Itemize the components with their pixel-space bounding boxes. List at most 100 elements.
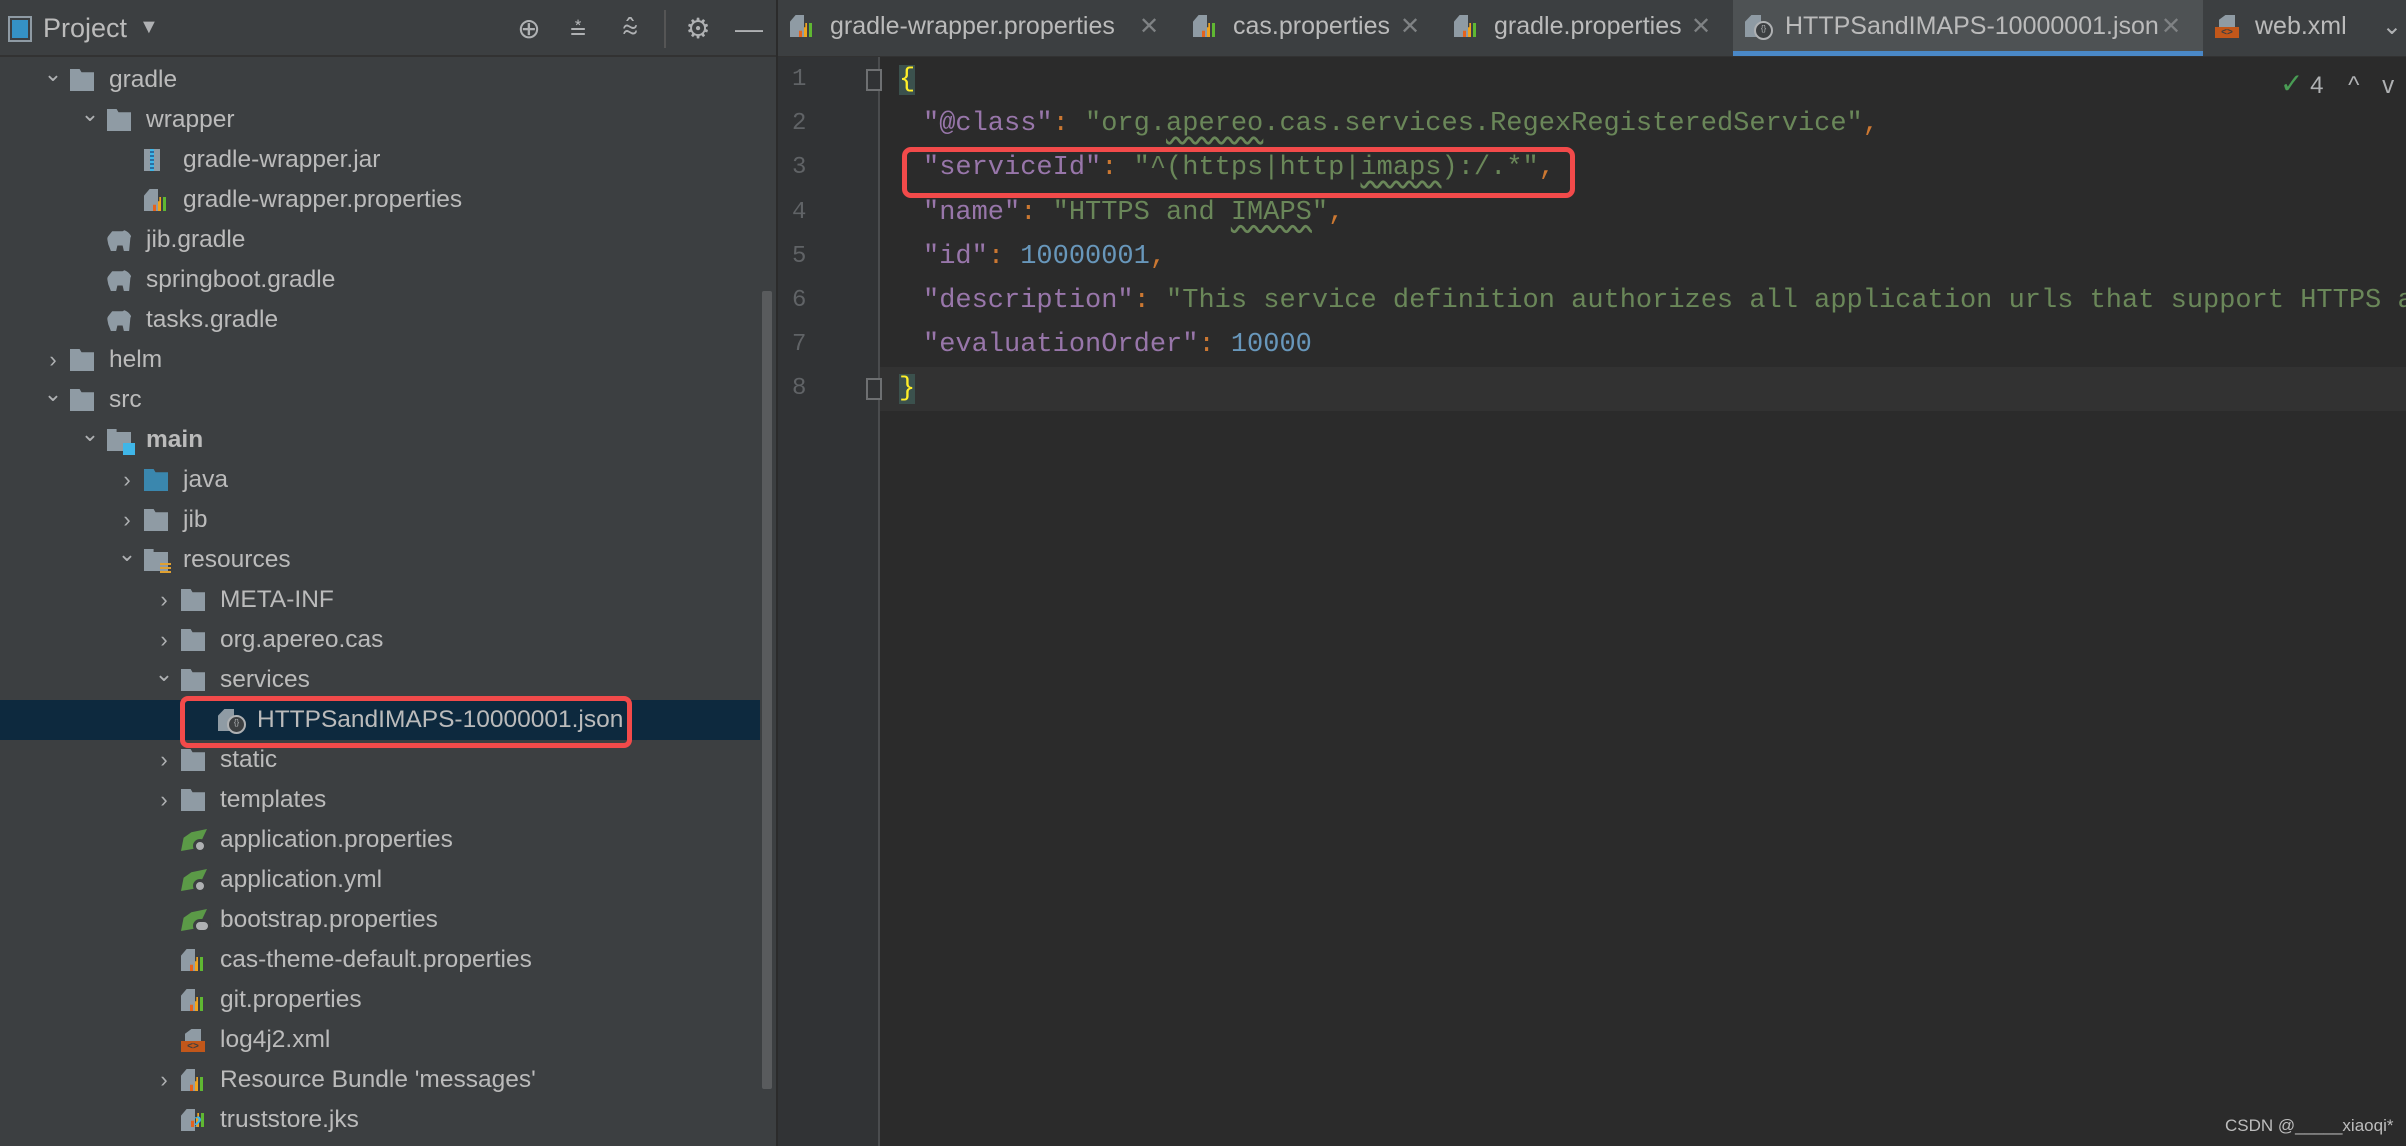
code-token-str: apereo <box>1166 109 1264 140</box>
dropdown-arrow-icon[interactable]: ▼ <box>139 16 159 39</box>
properties-file-icon <box>790 15 812 41</box>
code-token-key: "description" <box>923 286 1134 316</box>
code-token-key: "id" <box>923 241 988 272</box>
gear-icon <box>193 839 207 853</box>
tree-item[interactable]: application.yml <box>0 860 760 900</box>
chevron-down-icon[interactable]: ⌄ <box>79 420 101 448</box>
tree-item[interactable]: ⌄ src <box>0 380 760 420</box>
next-highlight-button[interactable]: v <box>2382 72 2394 99</box>
tree-item[interactable]: gradle-wrapper.properties <box>0 180 760 220</box>
tree-item-label: gradle <box>109 66 178 93</box>
code-line[interactable]: } <box>899 367 916 411</box>
code-token-punc: , <box>1862 109 1879 140</box>
check-icon: ✓ <box>2280 68 2304 99</box>
editor-tabs: gradle-wrapper.properties ✕ cas.properties… <box>778 0 2406 57</box>
code-line[interactable]: "@class": "org.apereo.cas.services.Regex… <box>923 102 1879 146</box>
minimize-icon[interactable]: — <box>734 14 764 44</box>
gradle-icon <box>107 229 133 251</box>
chevron-right-icon[interactable]: › <box>153 1066 175 1094</box>
code-token-key: "@class" <box>923 109 1053 140</box>
chevron-down-icon[interactable]: ⌄ <box>42 60 64 88</box>
chevron-right-icon[interactable]: › <box>153 746 175 774</box>
tree-item-label: Resource Bundle 'messages' <box>220 1066 536 1093</box>
tree-item[interactable]: log4j2.xml <box>0 1020 760 1060</box>
line-number: 4 <box>792 198 807 226</box>
code-line[interactable]: "description": "This service definition … <box>923 279 2406 323</box>
project-view-selector[interactable]: Project <box>43 13 127 44</box>
code-line[interactable]: "evaluationOrder": 10000 <box>923 323 1312 367</box>
divider <box>878 57 880 1146</box>
tree-item[interactable]: › Resource Bundle 'messages' <box>0 1060 760 1100</box>
close-icon[interactable]: ✕ <box>1139 12 1159 41</box>
line-number: 7 <box>792 331 807 359</box>
chevron-right-icon[interactable]: › <box>153 586 175 614</box>
line-number: 2 <box>792 110 807 138</box>
code-line[interactable]: "id": 10000001, <box>923 235 1166 279</box>
highlight-box <box>902 147 1575 198</box>
properties-file-icon <box>1193 15 1215 41</box>
chevron-right-icon[interactable]: › <box>42 346 64 374</box>
gear-icon[interactable]: ⚙ <box>683 14 713 44</box>
line-number: 3 <box>792 154 807 182</box>
tab[interactable]: gradle.properties ✕ <box>1442 0 1733 56</box>
tree-item[interactable]: cas-theme-default.properties <box>0 940 760 980</box>
tree-item[interactable]: git.properties <box>0 980 760 1020</box>
chevron-down-icon[interactable]: ⌄ <box>42 380 64 408</box>
tree-item[interactable]: ⌄ gradle <box>0 60 760 100</box>
close-icon[interactable]: ✕ <box>2161 12 2181 41</box>
tree-item-label: gradle-wrapper.jar <box>183 146 381 173</box>
tree-item[interactable]: › org.apereo.cas <box>0 620 760 660</box>
close-icon[interactable]: ✕ <box>1691 12 1711 41</box>
expand-all-icon[interactable]: ⩮ <box>563 14 593 44</box>
chevron-down-icon[interactable]: ⌄ <box>79 100 101 128</box>
tree-scrollbar[interactable] <box>762 291 772 1089</box>
line-number: 6 <box>792 287 807 314</box>
collapse-all-icon[interactable]: ⩯ <box>615 14 645 44</box>
tree-item[interactable]: jib.gradle <box>0 220 760 260</box>
chevron-right-icon[interactable]: › <box>116 466 138 494</box>
tree-item[interactable]: truststore.jks <box>0 1100 760 1140</box>
folder-icon <box>181 629 205 651</box>
tree-item[interactable]: › jib <box>0 500 760 540</box>
resources-folder-icon <box>144 549 171 574</box>
tree-item[interactable]: bootstrap.properties <box>0 900 760 940</box>
tree-item[interactable]: ⌄ resources <box>0 540 760 580</box>
tree-item[interactable]: ⌄ main <box>0 420 760 460</box>
tree-item[interactable]: › helm <box>0 340 760 380</box>
chevron-down-icon[interactable]: ⌄ <box>116 540 138 568</box>
tree-item-label: helm <box>109 346 163 373</box>
fold-marker-icon[interactable] <box>866 378 882 401</box>
tab[interactable]: web.xml <box>2203 0 2406 56</box>
chevron-right-icon[interactable]: › <box>153 626 175 654</box>
tree-item-label: META-INF <box>220 586 334 613</box>
tree-item[interactable]: › templates <box>0 780 760 820</box>
tab[interactable]: cas.properties ✕ <box>1181 0 1442 56</box>
tree-item[interactable]: ⌄ wrapper <box>0 100 760 140</box>
chevron-right-icon[interactable]: › <box>116 506 138 534</box>
tree-item[interactable]: springboot.gradle <box>0 260 760 300</box>
folder-icon <box>70 389 94 411</box>
code-editor[interactable]: 1 2 3 4 5 6 7 8 {"@class": "org.apereo.cas.serv… <box>778 57 2406 1146</box>
chevron-down-icon[interactable]: ⌄ <box>153 660 175 688</box>
locate-icon[interactable]: ⊕ <box>514 14 544 44</box>
previous-highlight-button[interactable]: ^ <box>2348 72 2359 99</box>
tab[interactable]: gradle-wrapper.properties ✕ <box>778 0 1181 56</box>
inspection-widget[interactable]: ✓ 4 ^ v <box>2280 67 2394 103</box>
tree-item[interactable]: ⌄ services <box>0 660 760 700</box>
close-icon[interactable]: ✕ <box>1400 12 1420 41</box>
tree-item[interactable]: › META-INF <box>0 580 760 620</box>
fold-marker-icon[interactable] <box>866 69 882 91</box>
tree-item-label: application.properties <box>220 826 453 853</box>
tree-item-label: bootstrap.properties <box>220 906 438 933</box>
chevron-down-icon[interactable]: ⌄ <box>2382 12 2402 41</box>
folder-icon <box>181 669 205 691</box>
tree-item[interactable]: application.properties <box>0 820 760 860</box>
tree-item[interactable]: gradle-wrapper.jar <box>0 140 760 180</box>
tree-item[interactable]: tasks.gradle <box>0 300 760 340</box>
tab-label: cas.properties <box>1233 12 1391 40</box>
tree-item-label: java <box>183 466 228 493</box>
code-line[interactable]: { <box>899 58 916 102</box>
tree-item[interactable]: › java <box>0 460 760 500</box>
chevron-right-icon[interactable]: › <box>153 786 175 814</box>
tab[interactable]: HTTPSandIMAPS-10000001.json✕ <box>1733 0 2203 56</box>
